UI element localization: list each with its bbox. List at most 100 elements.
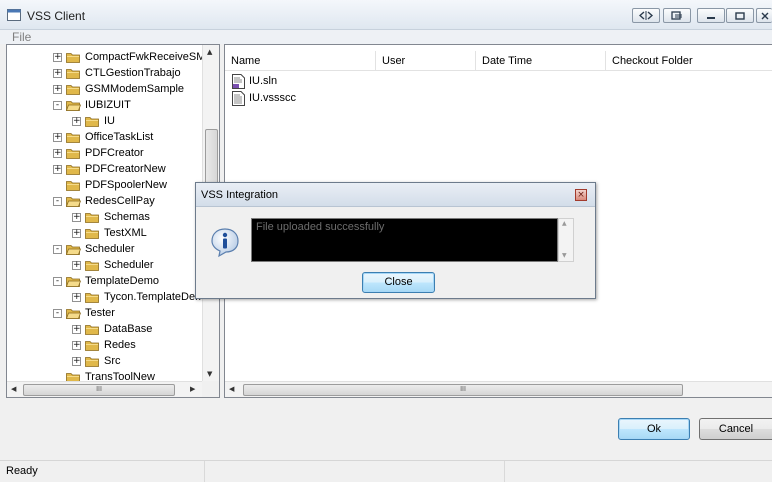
tree-horizontal-scroll-thumb[interactable]: III — [23, 384, 175, 396]
restore-button[interactable] — [726, 8, 754, 23]
status-panel — [205, 461, 505, 482]
close-button[interactable] — [756, 8, 772, 23]
file-name: IU.vssscc — [249, 92, 297, 104]
column-header-user[interactable]: User — [376, 51, 476, 71]
minimize-button[interactable] — [697, 8, 725, 23]
tree-item-label: PDFSpoolerNew — [85, 179, 167, 191]
list-horizontal-scroll-thumb[interactable]: III — [243, 384, 683, 396]
expand-icon[interactable]: + — [72, 260, 81, 270]
collapse-icon[interactable]: - — [53, 244, 62, 254]
tree-item[interactable]: + IU — [72, 113, 115, 129]
scroll-up-arrow-icon[interactable]: ▲ — [207, 48, 212, 56]
scroll-down-arrow-icon[interactable]: ▼ — [207, 370, 212, 378]
scroll-up-arrow-icon[interactable]: ▲ — [562, 220, 567, 227]
scroll-left-arrow-icon[interactable]: ◀ — [229, 385, 234, 393]
tree-item[interactable]: - IUBIZUIT — [53, 97, 131, 113]
expand-icon[interactable]: + — [53, 84, 62, 94]
list-horizontal-scrollbar[interactable]: ◀ III — [225, 381, 772, 397]
scroll-right-arrow-icon[interactable]: ▶ — [190, 385, 195, 393]
column-header-checkout-folder[interactable]: Checkout Folder — [606, 51, 772, 71]
tree-item-label: IUBIZUIT — [85, 99, 131, 111]
expand-icon[interactable]: + — [72, 340, 81, 350]
collapse-icon[interactable]: - — [53, 308, 62, 318]
collapse-icon[interactable]: - — [53, 196, 62, 206]
tree-item[interactable]: - Scheduler — [53, 241, 135, 257]
tree-item[interactable]: PDFSpoolerNew — [53, 177, 167, 193]
tree-item[interactable]: + Tycon.TemplateDemo — [72, 289, 203, 305]
expand-icon[interactable]: + — [72, 356, 81, 366]
tree-item[interactable]: + PDFCreatorNew — [53, 161, 166, 177]
expand-icon[interactable]: + — [72, 292, 81, 302]
tree-item[interactable]: + GSMModemSample — [53, 81, 184, 97]
tree-item-label: DataBase — [104, 323, 153, 335]
expand-icon[interactable]: + — [72, 116, 81, 126]
scroll-left-arrow-icon[interactable]: ◀ — [11, 385, 16, 393]
folder-icon — [66, 132, 80, 143]
folder-icon — [85, 292, 99, 303]
dialog-close-icon[interactable]: × — [575, 189, 587, 201]
expand-icon[interactable]: + — [53, 68, 62, 78]
switch-icon — [639, 11, 653, 20]
tree-item[interactable]: + Scheduler — [72, 257, 154, 273]
tree-item-label: IU — [104, 115, 115, 127]
tree-item[interactable]: - RedesCellPay — [53, 193, 155, 209]
menu-file[interactable]: File — [12, 30, 31, 44]
tree-item[interactable]: - TemplateDemo — [53, 273, 159, 289]
copy-window-button[interactable] — [663, 8, 691, 23]
tree-item[interactable]: + DataBase — [72, 321, 152, 337]
tree-item[interactable]: + PDFCreator — [53, 145, 144, 161]
dialog-close-button[interactable]: Close — [362, 272, 435, 293]
tree-item-label: CTLGestionTrabajo — [85, 67, 181, 79]
switch-window-button[interactable] — [632, 8, 660, 23]
tree-item-label: TestXML — [104, 227, 147, 239]
vss-integration-dialog: VSS Integration × File uploaded successf… — [195, 182, 596, 299]
tree-item[interactable]: - Tester — [53, 305, 115, 321]
tree-item[interactable]: + Src — [72, 353, 121, 369]
tree-horizontal-scrollbar[interactable]: ◀ III ▶ — [7, 381, 202, 397]
ok-button[interactable]: Ok — [618, 418, 690, 440]
tree-item-label: Src — [104, 355, 121, 367]
expand-icon[interactable]: + — [72, 212, 81, 222]
tree-item-label: PDFCreator — [85, 147, 144, 159]
open-folder-icon — [66, 244, 81, 255]
tree-item-label: OfficeTaskList — [85, 131, 154, 143]
tree-item-label: RedesCellPay — [85, 195, 155, 207]
list-item[interactable]: IU.vssscc — [232, 90, 296, 106]
list-item[interactable]: IU.sln — [232, 73, 277, 89]
column-header-date-time[interactable]: Date Time — [476, 51, 606, 71]
minimize-icon — [707, 16, 715, 19]
tree-item[interactable]: + OfficeTaskList — [53, 129, 153, 145]
tree-item-label: Tester — [85, 307, 115, 319]
expand-icon[interactable]: + — [53, 52, 62, 62]
column-header-name[interactable]: Name — [225, 51, 376, 71]
solution-file-icon — [232, 73, 245, 89]
project-tree[interactable]: + CompactFwkReceiveSMS + CTLGestionTrabajo +… — [6, 44, 220, 398]
collapse-icon[interactable]: - — [53, 100, 62, 110]
tree-item[interactable]: + CTLGestionTrabajo — [53, 65, 181, 81]
expand-icon[interactable]: + — [72, 228, 81, 238]
open-folder-icon — [66, 276, 81, 287]
tree-item[interactable]: + Redes — [72, 337, 136, 353]
dialog-titlebar: VSS Integration × — [196, 183, 595, 207]
folder-icon — [66, 52, 80, 63]
collapse-icon[interactable]: - — [53, 276, 62, 286]
tree-item[interactable]: + TestXML — [72, 225, 147, 241]
tree-item[interactable]: + Schemas — [72, 209, 150, 225]
expand-icon[interactable]: + — [53, 148, 62, 158]
tree-item[interactable]: + CompactFwkReceiveSMS — [53, 49, 203, 65]
status-panel — [505, 461, 772, 482]
expand-icon[interactable]: + — [53, 164, 62, 174]
expand-icon[interactable]: + — [53, 132, 62, 142]
scroll-corner — [202, 381, 219, 397]
message-scrollbar[interactable]: ▲ ▼ — [558, 218, 574, 262]
scroll-down-arrow-icon[interactable]: ▼ — [562, 252, 567, 259]
cancel-button[interactable]: Cancel — [699, 418, 772, 440]
folder-icon — [85, 356, 99, 367]
tree-item-label: TemplateDemo — [85, 275, 159, 287]
tree-rows: + CompactFwkReceiveSMS + CTLGestionTrabajo +… — [7, 45, 203, 382]
folder-icon — [85, 324, 99, 335]
folder-icon — [66, 180, 80, 191]
menu-bar: File — [0, 30, 772, 44]
info-icon — [211, 228, 239, 258]
expand-icon[interactable]: + — [72, 324, 81, 334]
